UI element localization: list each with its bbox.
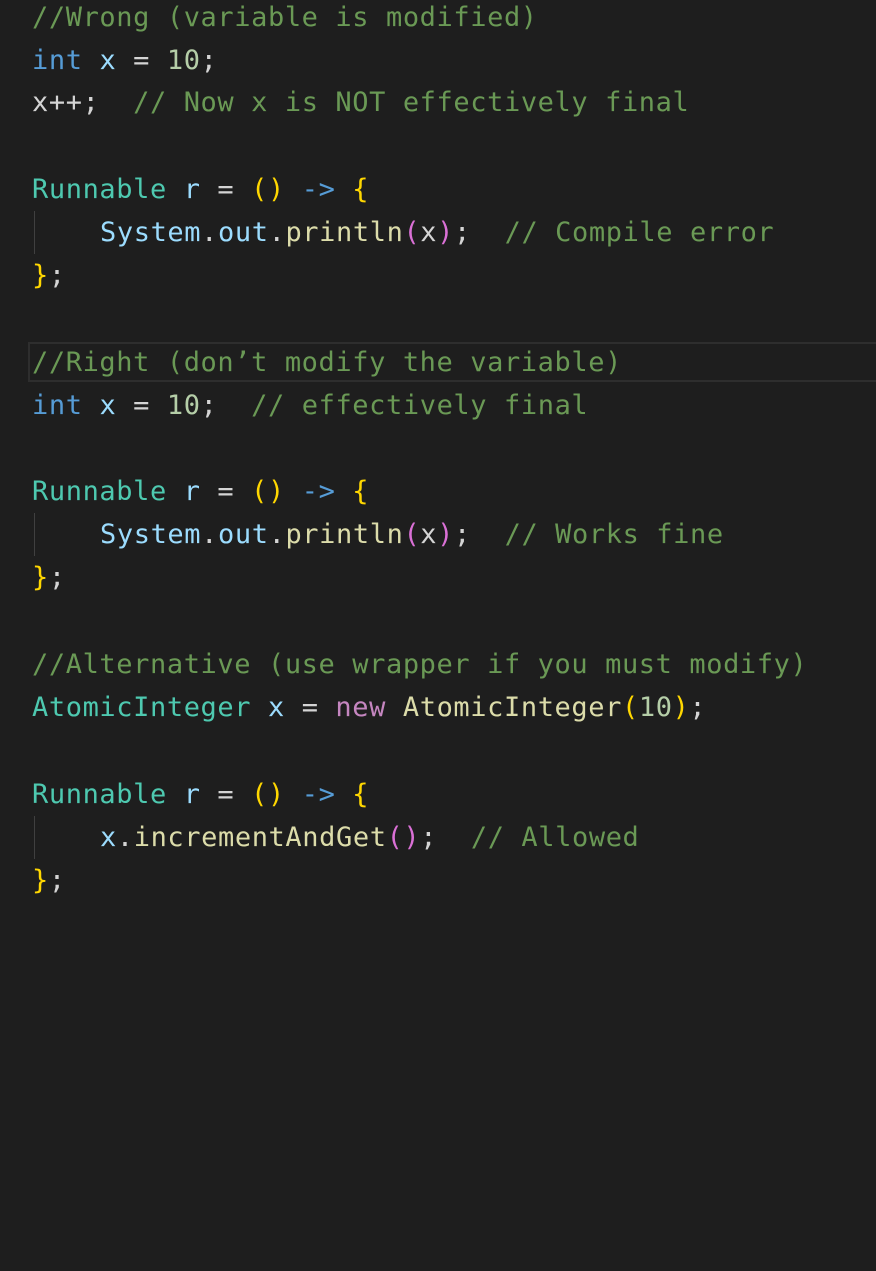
arrow-token: -> — [301, 779, 336, 810]
method-token: println — [285, 519, 404, 550]
variable-token: x — [267, 692, 285, 723]
constructor-token: AtomicInteger — [402, 692, 622, 723]
paren-token: ) — [437, 519, 455, 550]
code-line-right-comment[interactable]: //Right (don’t modify the variable) — [32, 341, 622, 384]
code-line-right-close[interactable]: }; — [32, 556, 66, 599]
semicolon-token: ; — [48, 260, 66, 291]
code-line-alt-decl[interactable]: AtomicInteger x = new AtomicInteger(10); — [32, 686, 706, 729]
parens-token: () — [386, 822, 421, 853]
comment-token: // effectively final — [251, 390, 589, 421]
variable-token: r — [183, 174, 201, 205]
open-brace-token: { — [352, 174, 370, 205]
operator-token: = — [301, 692, 319, 723]
variable-token: r — [183, 476, 201, 507]
operator-token: = — [217, 174, 235, 205]
type-token: Runnable — [32, 174, 167, 205]
code-line-right-decl[interactable]: int x = 10; // effectively final — [32, 384, 588, 427]
comment-token: // Compile error — [504, 217, 775, 248]
type-token: Runnable — [32, 476, 167, 507]
operator-token: = — [133, 45, 151, 76]
arrow-token: -> — [301, 476, 336, 507]
object-token: x — [100, 822, 117, 853]
dot-token: . — [201, 519, 218, 550]
paren-token: ( — [621, 692, 639, 723]
semicolon-token: ; — [48, 865, 66, 896]
semicolon-token: ; — [200, 390, 218, 421]
parens-token: () — [251, 779, 285, 810]
object-token: System — [100, 519, 202, 550]
dot-token: . — [201, 217, 218, 248]
comment-token: // Allowed — [470, 822, 640, 853]
code-line-wrong-increment[interactable]: x++; // Now x is NOT effectively final — [32, 81, 689, 124]
comment-token: //Right (don’t modify the variable) — [32, 347, 622, 378]
comment-token: //Alternative (use wrapper if you must m… — [32, 649, 808, 680]
code-editor[interactable]: //Wrong (variable is modified) int x = 1… — [0, 0, 876, 924]
variable-token: x — [99, 390, 117, 421]
number-token: 10 — [166, 390, 201, 421]
semicolon-token: ; — [420, 822, 438, 853]
close-brace-token: } — [32, 562, 49, 593]
parens-token: () — [251, 476, 285, 507]
code-line-alt-close[interactable]: }; — [32, 859, 66, 902]
new-keyword-token: new — [335, 692, 386, 723]
code-line-alt-runnable[interactable]: Runnable r = () -> { — [32, 773, 369, 816]
variable-token: x — [99, 45, 117, 76]
code-line-wrong-body[interactable]: System.out.println(x); // Compile error — [32, 211, 774, 254]
type-keyword-token: int — [32, 390, 83, 421]
open-brace-token: { — [352, 476, 370, 507]
operator-token: = — [217, 779, 235, 810]
variable-token: r — [183, 779, 201, 810]
arrow-token: -> — [301, 174, 336, 205]
statement-token: x++; — [32, 87, 100, 118]
semicolon-token: ; — [454, 519, 471, 550]
method-token: incrementAndGet — [133, 822, 387, 853]
code-line-wrong-close[interactable]: }; — [32, 254, 66, 297]
code-line-wrong-comment[interactable]: //Wrong (variable is modified) — [32, 0, 538, 39]
parens-token: () — [251, 174, 285, 205]
field-token: out — [218, 217, 269, 248]
argument-token: x — [420, 217, 438, 248]
dot-token: . — [268, 519, 286, 550]
code-line-alt-comment[interactable]: //Alternative (use wrapper if you must m… — [32, 643, 807, 686]
semicolon-token: ; — [454, 217, 471, 248]
semicolon-token: ; — [689, 692, 707, 723]
code-line-alt-body[interactable]: x.incrementAndGet(); // Allowed — [32, 816, 639, 859]
type-token: AtomicInteger — [32, 692, 252, 723]
paren-token: ( — [403, 217, 421, 248]
close-brace-token: } — [32, 865, 49, 896]
comment-token: // Now x is NOT effectively final — [133, 87, 690, 118]
number-token: 10 — [638, 692, 673, 723]
operator-token: = — [133, 390, 151, 421]
dot-token: . — [268, 217, 286, 248]
number-token: 10 — [166, 45, 201, 76]
object-token: System — [100, 217, 202, 248]
open-brace-token: { — [352, 779, 370, 810]
operator-token: = — [217, 476, 235, 507]
paren-token: ( — [403, 519, 421, 550]
type-token: Runnable — [32, 779, 167, 810]
type-keyword-token: int — [32, 45, 83, 76]
dot-token: . — [116, 822, 134, 853]
code-line-wrong-runnable[interactable]: Runnable r = () -> { — [32, 168, 369, 211]
code-line-wrong-decl[interactable]: int x = 10; — [32, 39, 217, 82]
field-token: out — [218, 519, 269, 550]
argument-token: x — [420, 519, 438, 550]
semicolon-token: ; — [200, 45, 218, 76]
close-brace-token: } — [32, 260, 49, 291]
comment-token: // Works fine — [504, 519, 724, 550]
comment-token: //Wrong (variable is modified) — [32, 2, 538, 33]
code-line-right-runnable[interactable]: Runnable r = () -> { — [32, 470, 369, 513]
semicolon-token: ; — [48, 562, 66, 593]
code-line-right-body[interactable]: System.out.println(x); // Works fine — [32, 513, 724, 556]
method-token: println — [285, 217, 404, 248]
paren-token: ) — [437, 217, 455, 248]
paren-token: ) — [672, 692, 690, 723]
